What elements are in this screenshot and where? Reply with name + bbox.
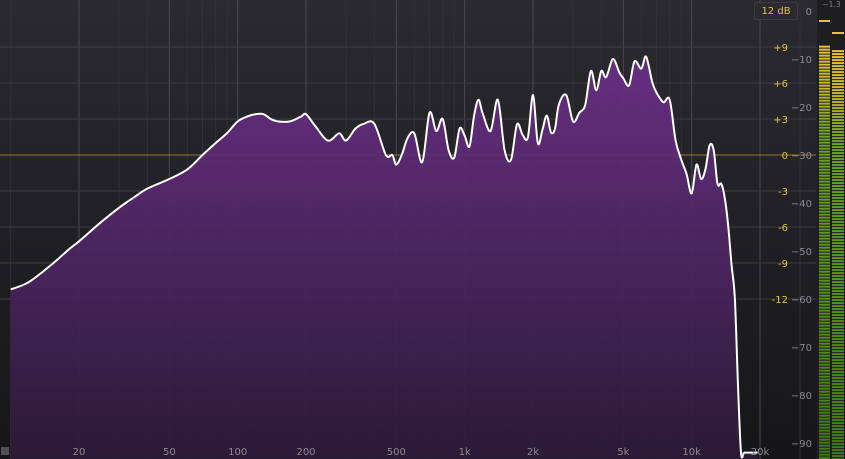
freq-tick-label: 20k xyxy=(751,447,770,458)
eq-db-label: -9 xyxy=(778,259,788,270)
meter-peak-hold-right xyxy=(832,32,844,34)
spectrum-db-label: −40 xyxy=(791,199,812,210)
eq-db-label: -12 xyxy=(772,295,788,306)
spectrum-db-label: −50 xyxy=(791,247,812,258)
spectrum-db-label: −10 xyxy=(791,55,812,66)
spectrum-db-label: −70 xyxy=(791,343,812,354)
freq-tick-label: 200 xyxy=(296,447,315,458)
range-button[interactable]: 12 dB xyxy=(754,2,798,20)
eq-db-label: -6 xyxy=(778,223,788,234)
spectrum-db-label: −90 xyxy=(791,439,812,450)
eq-db-label: 0 xyxy=(782,151,788,162)
freq-tick-label: 500 xyxy=(387,447,406,458)
eq-db-label: -3 xyxy=(778,187,788,198)
spectrum-analyzer-window: 20 50 100 200 500 1k 2k 5k 10k 20k +9 +6 +3 0 -3 -6 -9 -1… xyxy=(0,0,845,459)
meter-peak-readout: −1.3 xyxy=(822,0,841,9)
spectrum-analyzer-display[interactable]: 20 50 100 200 500 1k 2k 5k 10k 20k +9 +6 +3 0 -3 -6 -9 -1… xyxy=(0,0,845,459)
freq-tick-label: 100 xyxy=(228,447,247,458)
freq-tick-label: 1k xyxy=(459,447,471,458)
freq-tick-label: 2k xyxy=(527,447,539,458)
spectrum-db-label: −60 xyxy=(791,295,812,306)
spectrum-db-label: −20 xyxy=(791,103,812,114)
eq-db-label: +3 xyxy=(773,115,788,126)
freq-tick-label: 5k xyxy=(617,447,629,458)
freq-tick-label: 20 xyxy=(73,447,86,458)
spectrum-db-label: 0 xyxy=(806,7,812,18)
spectrum-db-label: −80 xyxy=(791,391,812,402)
meter-peak-hold-left xyxy=(819,20,830,22)
eq-db-label: +6 xyxy=(773,79,788,90)
eq-db-label: +9 xyxy=(773,43,788,54)
level-meter xyxy=(817,0,845,459)
spectrum-db-label: −30 xyxy=(791,151,812,162)
freq-tick-label: 10k xyxy=(682,447,701,458)
freq-tick-label: 50 xyxy=(163,447,176,458)
